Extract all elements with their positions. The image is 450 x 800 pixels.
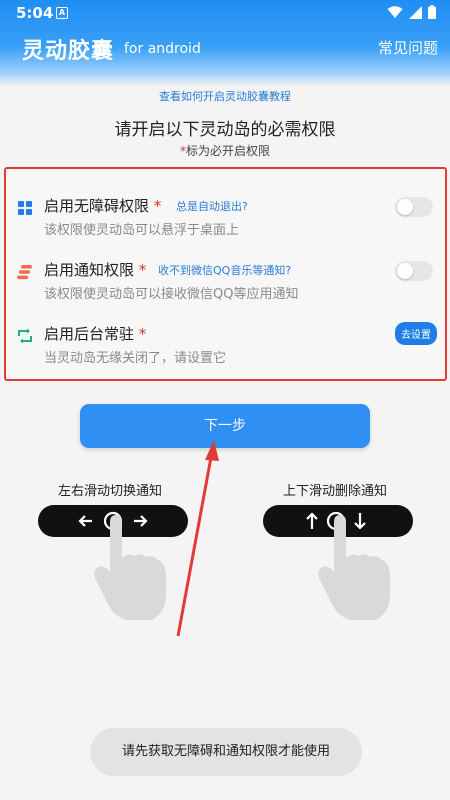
wifi-icon bbox=[387, 5, 403, 18]
gesture-label-vertical: 上下滑动删除通知 bbox=[283, 484, 388, 499]
permission-title: 启用无障碍权限 * bbox=[44, 197, 162, 215]
status-bar: 5:04 A bbox=[0, 0, 450, 26]
next-step-button[interactable]: 下一步 bbox=[80, 404, 370, 448]
refresh-icon bbox=[18, 328, 32, 344]
required-note-text: 标为必开启权限 bbox=[185, 144, 270, 158]
app-title: 灵动胶囊 bbox=[22, 39, 115, 64]
accessibility-toggle[interactable] bbox=[395, 197, 433, 217]
notification-glyph-icon: A bbox=[56, 7, 68, 19]
hand-pointer-icon bbox=[94, 515, 166, 620]
page-heading: 请开启以下灵动岛的必需权限 bbox=[114, 120, 336, 140]
battery-icon bbox=[428, 5, 436, 19]
gesture-label-horizontal: 左右滑动切换通知 bbox=[58, 484, 163, 499]
permission-title: 启用后台常驻 * bbox=[44, 325, 147, 343]
permission-desc: 该权限使灵动岛可以接收微信QQ等应用通知 bbox=[44, 287, 299, 302]
permission-accessibility[interactable]: 启用无障碍权限 * 总是自动退出? 该权限使灵动岛可以悬浮于桌面上 bbox=[6, 191, 445, 255]
permission-notification[interactable]: 启用通知权限 * 收不到微信QQ音乐等通知? 该权限使灵动岛可以接收微信QQ等应… bbox=[6, 255, 445, 319]
hand-pointer-icon bbox=[318, 515, 390, 620]
stack-icon bbox=[17, 265, 32, 280]
permission-hint-link[interactable]: 收不到微信QQ音乐等通知? bbox=[158, 262, 291, 278]
status-icons bbox=[387, 5, 436, 19]
status-time: 5:04 bbox=[16, 4, 54, 22]
required-note: *标为必开启权限 bbox=[0, 142, 450, 159]
signal-icon bbox=[409, 5, 422, 19]
notification-toggle[interactable] bbox=[395, 261, 433, 281]
permission-hint-link[interactable]: 总是自动退出? bbox=[176, 198, 248, 214]
permission-toast: 请先获取无障碍和通知权限才能使用 bbox=[90, 728, 362, 776]
permission-background[interactable]: 启用后台常驻 * 当灵动岛无缘关闭了，请设置它 去设置 bbox=[6, 319, 445, 383]
go-settings-button[interactable]: 去设置 bbox=[395, 322, 437, 345]
permission-desc: 该权限使灵动岛可以悬浮于桌面上 bbox=[44, 223, 240, 238]
permissions-box: 启用无障碍权限 * 总是自动退出? 该权限使灵动岛可以悬浮于桌面上 启用通知权限… bbox=[4, 167, 447, 381]
grid-icon bbox=[18, 201, 32, 215]
permission-desc: 当灵动岛无缘关闭了，请设置它 bbox=[44, 351, 227, 366]
faq-link[interactable]: 常见问题 bbox=[378, 37, 438, 58]
permission-title: 启用通知权限 * bbox=[44, 261, 147, 279]
app-subtitle: for android bbox=[124, 41, 201, 57]
tutorial-link[interactable]: 查看如何开启灵动胶囊教程 bbox=[0, 88, 450, 104]
app-header: 5:04 A 灵动胶囊 for android 常见问题 bbox=[0, 0, 450, 86]
